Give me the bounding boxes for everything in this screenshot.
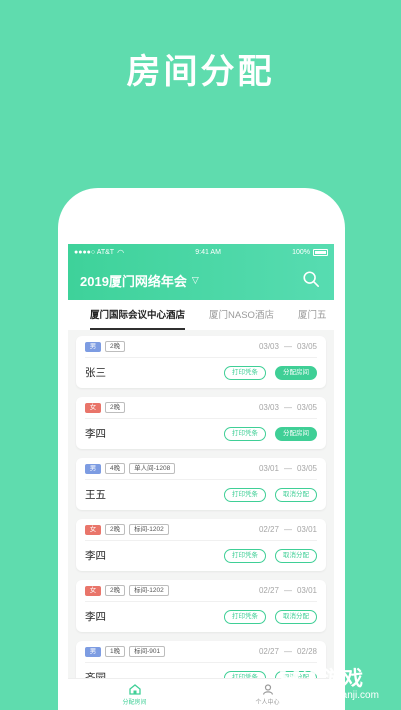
room-tag: 标间-1202 [129, 585, 169, 596]
search-icon [303, 271, 320, 288]
date-separator: — [283, 403, 292, 412]
stay-dates: 02/27 — 03/01 [259, 525, 317, 534]
tab-hotel-2[interactable]: 厦门NASO酒店 [197, 307, 286, 330]
guest-card: 女 2晚 03/03 — 03/05 李四 打印凭条 分配房间 [76, 397, 326, 449]
check-out-date: 03/05 [296, 403, 317, 412]
nights-tag: 2晚 [105, 402, 126, 413]
date-separator: — [283, 525, 292, 534]
hotel-tabs: 厦门国际会议中心酒店 厦门NASO酒店 厦门五 [68, 300, 334, 330]
nights-tag: 1晚 [105, 646, 126, 657]
nav-rooms-label: 分配房间 [122, 699, 147, 706]
check-in-date: 02/27 [258, 647, 279, 656]
guest-card: 男 2晚 03/03 — 03/05 张三 打印凭条 分配房间 [76, 336, 326, 388]
event-title: 2019厦门网络年会 [80, 273, 187, 289]
guest-name: 李四 [85, 428, 106, 440]
check-out-date: 03/01 [296, 586, 317, 595]
stay-dates: 03/03 — 03/05 [259, 342, 317, 351]
chevron-down-icon: ▽ [191, 274, 199, 285]
gender-badge: 女 [85, 402, 101, 413]
guest-card: 女 2晚 标间-1202 02/27 — 03/01 李四 打印凭条 取消分配 [76, 580, 326, 632]
guest-card: 男 4晚 单人间-1208 03/01 — 03/05 王五 打印凭条 取消分配 [76, 458, 326, 510]
status-time: 9:41 AM [195, 248, 221, 256]
app-screen: ●●●●○ AT&T ◠ 9:41 AM 100% 2019厦门网络年会 ▽ 厦… [68, 244, 334, 710]
page-headline: 房间分配 [126, 53, 275, 91]
check-in-date: 03/01 [258, 464, 279, 473]
check-in-date: 02/27 [258, 586, 279, 595]
user-icon [262, 683, 273, 695]
stay-dates: 03/03 — 03/05 [259, 403, 317, 412]
room-tag: 标间-1202 [129, 524, 169, 535]
check-in-date: 02/27 [258, 525, 279, 534]
gender-badge: 男 [85, 646, 101, 657]
print-receipt-button[interactable]: 打印凭条 [224, 548, 266, 563]
check-out-date: 03/01 [296, 525, 317, 534]
date-separator: — [283, 342, 292, 351]
status-bar: ●●●●○ AT&T ◠ 9:41 AM 100% [68, 244, 334, 260]
wifi-icon: ◠ [117, 247, 125, 257]
guest-name: 王五 [85, 489, 106, 501]
cancel-assign-button[interactable]: 取消分配 [275, 487, 317, 502]
battery-icon [313, 248, 328, 256]
check-out-date: 02/28 [296, 647, 317, 656]
guest-name: 张三 [85, 367, 106, 379]
gender-badge: 女 [85, 585, 101, 596]
nav-profile-label: 个人中心 [255, 699, 280, 706]
tab-hotel-1[interactable]: 厦门国际会议中心酒店 [68, 307, 197, 330]
guest-name: 李四 [85, 611, 106, 623]
cancel-assign-button[interactable]: 取消分配 [275, 609, 317, 624]
watermark-number: 91 [277, 656, 322, 700]
tab-hotel-3[interactable]: 厦门五 [286, 307, 334, 330]
print-receipt-button[interactable]: 打印凭条 [224, 609, 266, 624]
stay-dates: 02/27 — 03/01 [259, 586, 317, 595]
nav-rooms[interactable]: 分配房间 [68, 679, 201, 710]
gender-badge: 男 [85, 463, 101, 474]
cancel-assign-button[interactable]: 取消分配 [275, 548, 317, 563]
assign-room-button[interactable]: 分配房间 [275, 365, 317, 380]
date-separator: — [283, 647, 292, 656]
search-button[interactable] [302, 270, 322, 290]
stay-dates: 03/01 — 03/05 [259, 464, 317, 473]
room-tag: 标间-901 [129, 646, 166, 657]
guest-name: 李四 [85, 550, 106, 562]
room-tag: 单人间-1208 [129, 463, 176, 474]
carrier-label: ●●●●○ AT&T [74, 248, 115, 256]
guest-card: 女 2晚 标间-1202 02/27 — 03/01 李四 打印凭条 取消分配 [76, 519, 326, 571]
gender-badge: 女 [85, 524, 101, 535]
home-icon [128, 683, 141, 695]
stay-dates: 02/27 — 02/28 [259, 647, 317, 656]
check-in-date: 03/03 [258, 403, 279, 412]
nights-tag: 2晚 [105, 524, 126, 535]
app-header: ●●●●○ AT&T ◠ 9:41 AM 100% 2019厦门网络年会 ▽ [68, 244, 334, 300]
guest-list: 男 2晚 03/03—03/05 张三 打印凭条 分配房间女 2晚 03/03—03/05 李四… [68, 330, 334, 693]
nights-tag: 2晚 [105, 341, 126, 352]
gender-badge: 男 [85, 341, 101, 352]
nights-tag: 2晚 [105, 585, 126, 596]
check-out-date: 03/05 [296, 342, 317, 351]
check-out-date: 03/05 [296, 464, 317, 473]
site-watermark: 91 游戏 91danji.com [277, 656, 397, 706]
print-receipt-button[interactable]: 打印凭条 [224, 487, 266, 502]
nights-tag: 4晚 [105, 463, 126, 474]
battery-percent: 100% [292, 248, 310, 256]
watermark-url: 91danji.com [325, 690, 379, 701]
watermark-text: 游戏 [323, 668, 363, 690]
date-separator: — [283, 464, 292, 473]
print-receipt-button[interactable]: 打印凭条 [224, 426, 266, 441]
assign-room-button[interactable]: 分配房间 [275, 426, 317, 441]
event-selector[interactable]: 2019厦门网络年会 ▽ [80, 271, 199, 290]
date-separator: — [283, 586, 292, 595]
check-in-date: 03/03 [258, 342, 279, 351]
print-receipt-button[interactable]: 打印凭条 [224, 365, 266, 380]
